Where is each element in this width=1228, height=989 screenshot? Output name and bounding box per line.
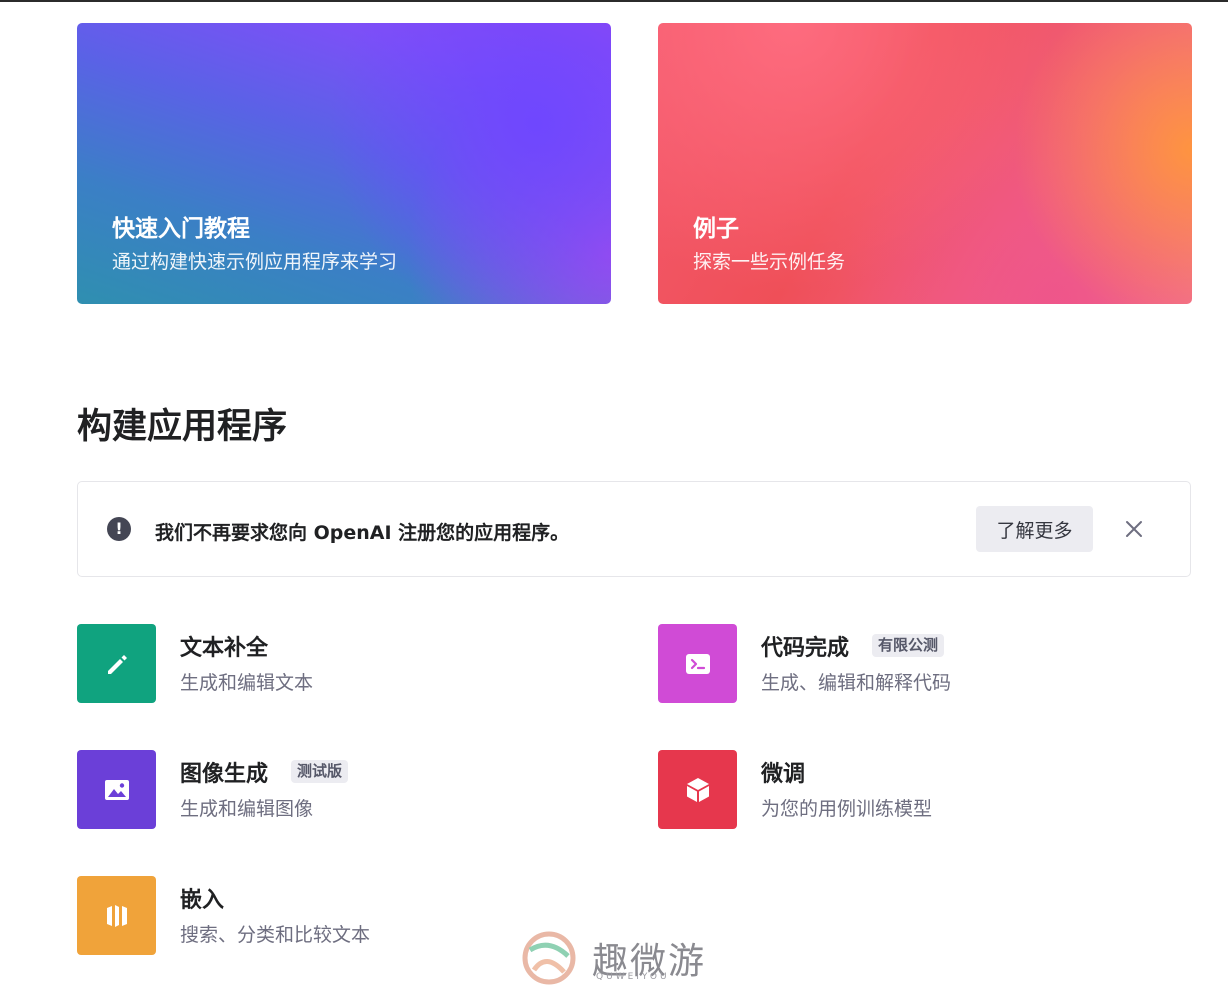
feature-title: 代码完成 — [761, 636, 850, 661]
feature-title: 图像生成 — [180, 762, 269, 787]
pencil-icon — [77, 624, 156, 703]
notice-text: 我们不再要求您向 OpenAI 注册您的应用程序。 — [155, 522, 570, 544]
cube-icon — [658, 750, 737, 829]
quickstart-subtitle: 通过构建快速示例应用程序来学习 — [112, 251, 398, 273]
close-icon[interactable] — [1120, 515, 1148, 543]
feature-subtitle: 生成和编辑图像 — [180, 798, 314, 820]
watermark-logo-icon — [522, 931, 576, 985]
feature-image-generation[interactable]: 图像生成 测试版 生成和编辑图像 — [77, 750, 577, 832]
beta-badge: 测试版 — [291, 760, 349, 783]
limited-beta-badge: 有限公测 — [872, 634, 945, 657]
embeddings-icon — [77, 876, 156, 955]
image-icon — [77, 750, 156, 829]
section-title: 构建应用程序 — [77, 407, 288, 447]
feature-subtitle: 为您的用例训练模型 — [761, 798, 933, 820]
quickstart-title: 快速入门教程 — [112, 216, 250, 242]
feature-fine-tuning[interactable]: 微调 为您的用例训练模型 — [658, 750, 1158, 832]
feature-title: 嵌入 — [180, 888, 225, 913]
watermark: 趣微游 QUWEIYOU — [520, 930, 720, 985]
feature-text-completion[interactable]: 文本补全 生成和编辑文本 — [77, 624, 577, 706]
feature-subtitle: 生成、编辑和解释代码 — [761, 672, 952, 694]
notice-banner: ! 我们不再要求您向 OpenAI 注册您的应用程序。 了解更多 — [77, 481, 1191, 577]
watermark-subtext: QUWEIYOU — [596, 972, 670, 982]
learn-more-button[interactable]: 了解更多 — [976, 506, 1093, 552]
feature-embeddings[interactable]: 嵌入 搜索、分类和比较文本 — [77, 876, 577, 958]
top-border — [0, 0, 1228, 2]
quickstart-tutorial-card[interactable]: 快速入门教程 通过构建快速示例应用程序来学习 — [77, 23, 611, 304]
examples-subtitle: 探索一些示例任务 — [693, 251, 846, 273]
exclamation-circle-icon: ! — [107, 517, 131, 541]
examples-card[interactable]: 例子 探索一些示例任务 — [658, 23, 1192, 304]
examples-title: 例子 — [693, 216, 739, 242]
feature-subtitle: 生成和编辑文本 — [180, 672, 314, 694]
feature-subtitle: 搜索、分类和比较文本 — [180, 924, 371, 946]
feature-title: 微调 — [761, 762, 806, 787]
feature-title: 文本补全 — [180, 636, 269, 661]
terminal-icon — [658, 624, 737, 703]
feature-code-completion[interactable]: 代码完成 有限公测 生成、编辑和解释代码 — [658, 624, 1158, 706]
